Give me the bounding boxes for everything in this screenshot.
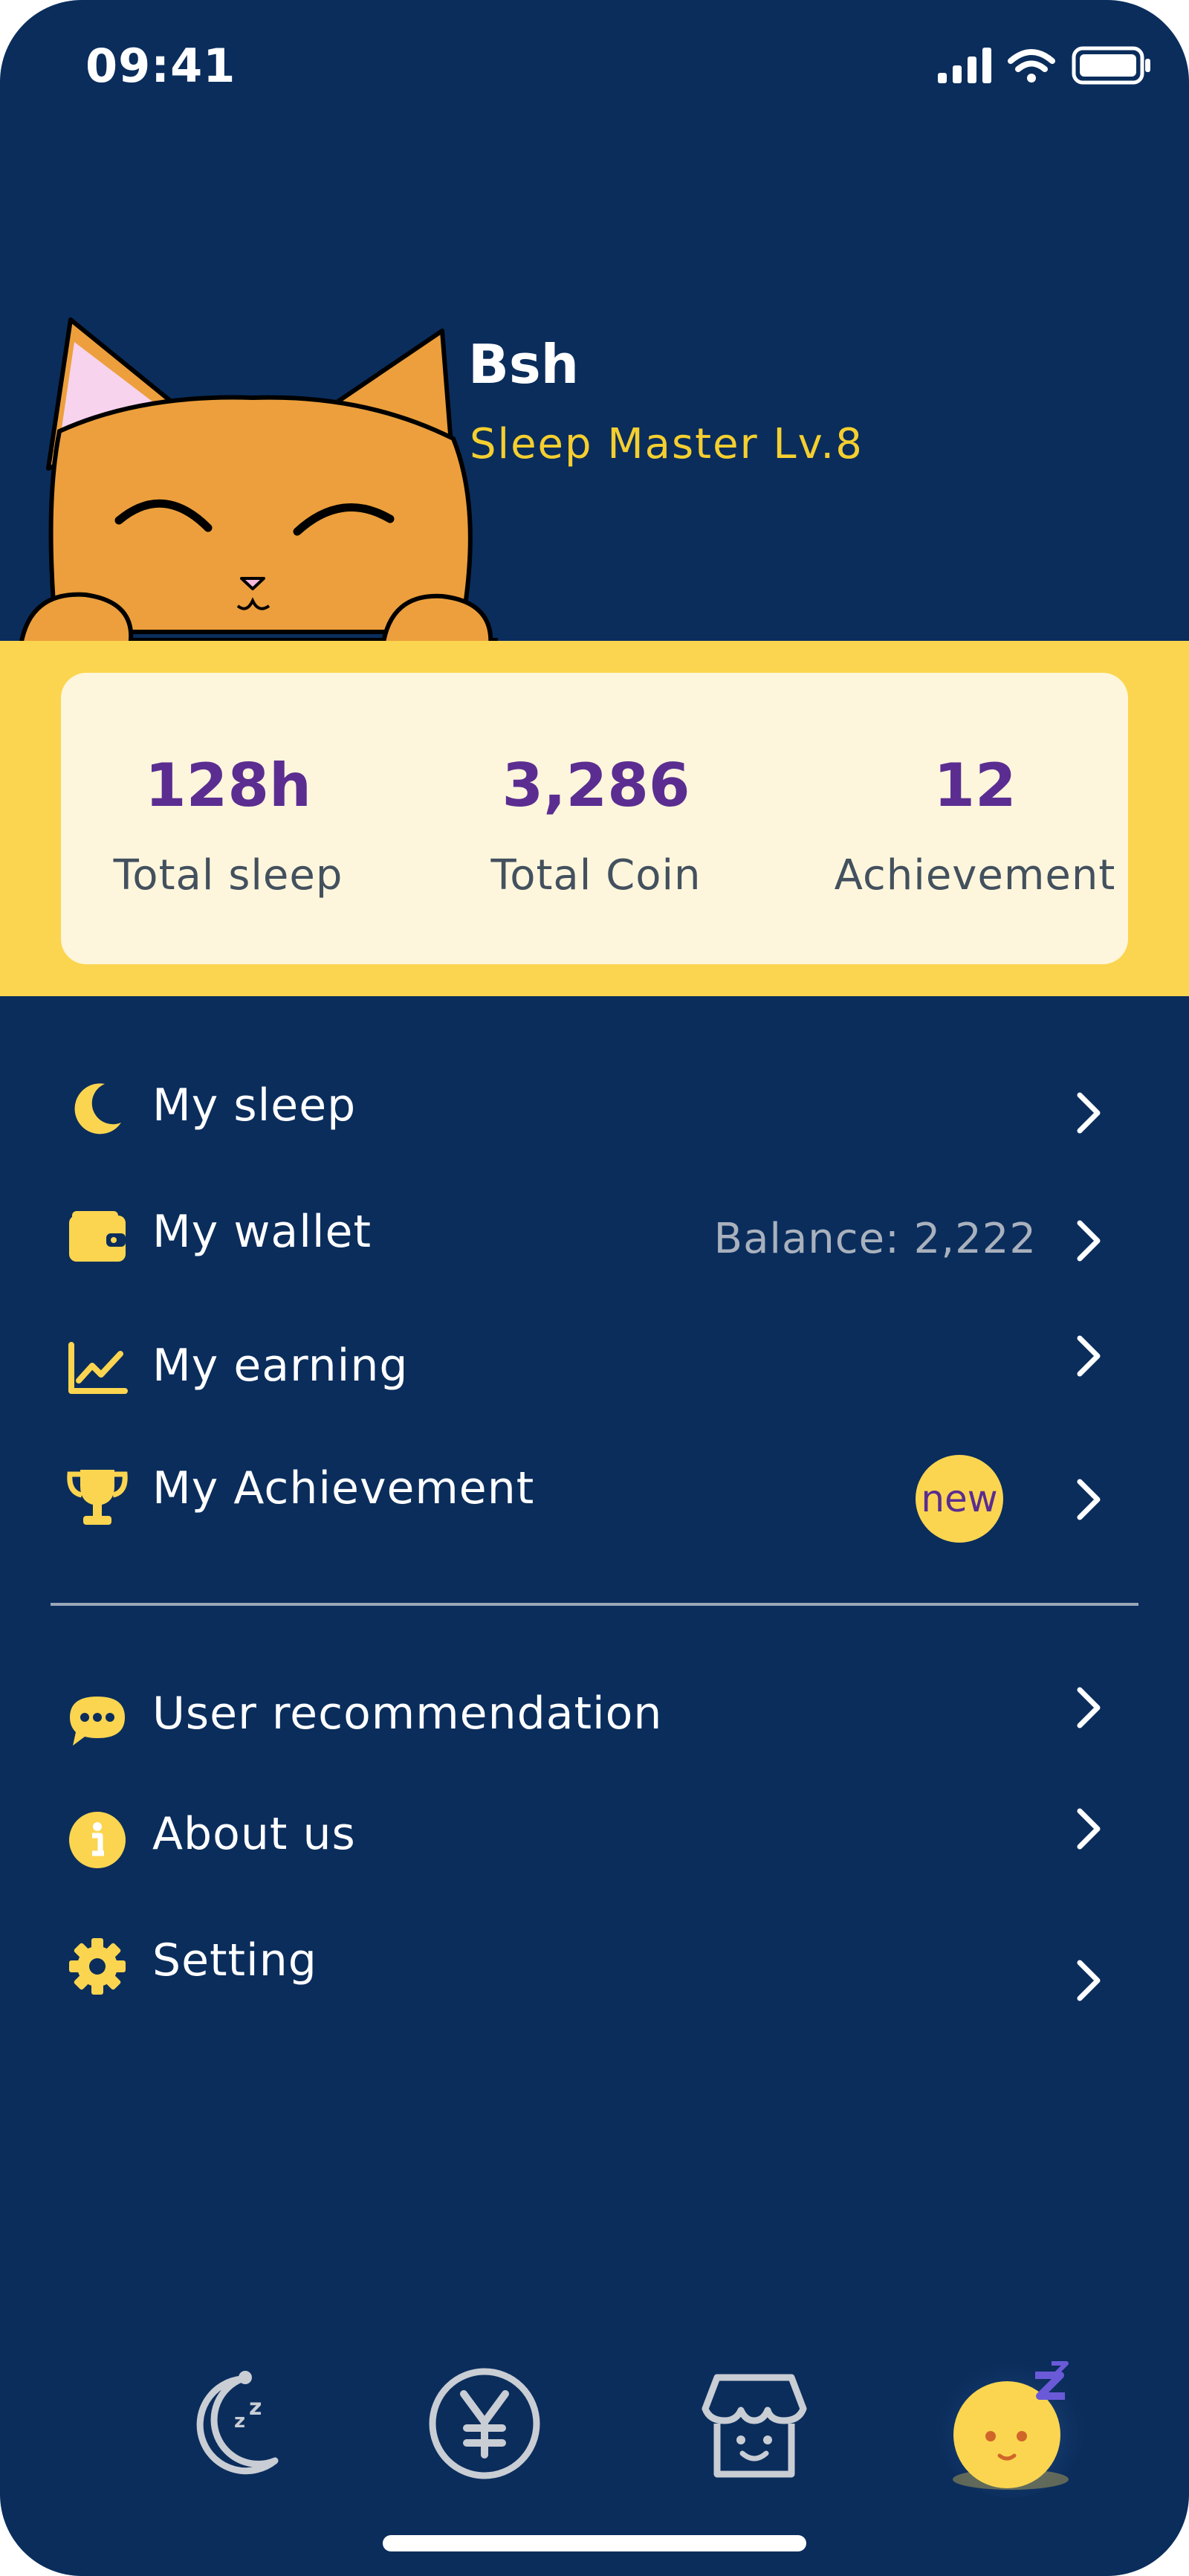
menu-item-my-earning[interactable]: My earning: [0, 1316, 1189, 1420]
menu-label: My sleep: [152, 1079, 357, 1132]
status-icons: [938, 46, 1152, 85]
menu-item-setting[interactable]: Setting: [0, 1911, 1189, 2015]
battery-icon: [1072, 46, 1150, 85]
user-name: Bsh: [468, 333, 579, 396]
menu-item-about-us[interactable]: About us: [0, 1784, 1189, 1888]
chevron-right-icon: [1077, 1220, 1101, 1262]
chevron-right-icon: [1077, 1092, 1101, 1134]
home-indicator: [383, 2535, 806, 2551]
shop-icon[interactable]: [687, 2357, 821, 2491]
stat-value: 12: [933, 751, 1017, 820]
svg-text:z: z: [234, 2410, 245, 2433]
wallet-balance: Balance: 2,222: [713, 1215, 1037, 1263]
new-badge: new: [916, 1455, 1003, 1543]
trophy-icon: [65, 1465, 129, 1529]
cellular-signal-icon: [938, 48, 991, 83]
menu-label: My Achievement: [152, 1462, 535, 1514]
chart-line-icon: [65, 1337, 129, 1401]
menu-divider: [51, 1603, 1138, 1606]
menu-item-my-wallet[interactable]: My wallet Balance: 2,222: [0, 1184, 1189, 1288]
moon-icon: [65, 1076, 129, 1140]
status-time: 09:41: [85, 39, 236, 93]
stats-card: 128h Total sleep 3,286 Total Coin 12 Ach…: [61, 673, 1128, 964]
svg-text:z: z: [249, 2395, 262, 2421]
menu-label: User recommendation: [152, 1688, 663, 1740]
sleepy-face-icon[interactable]: [933, 2353, 1089, 2502]
chevron-right-icon: [1077, 1960, 1101, 2001]
chevron-right-icon: [1077, 1479, 1101, 1520]
cat-avatar: [18, 317, 498, 679]
stat-value: 3,286: [502, 751, 690, 820]
yen-coin-icon[interactable]: [418, 2357, 551, 2491]
stat-label: Achievement: [834, 851, 1116, 900]
menu-item-my-achievement[interactable]: My Achievement new: [0, 1446, 1189, 1550]
moon-zzz-icon[interactable]: z z: [152, 2357, 286, 2491]
menu-label: My wallet: [152, 1206, 372, 1258]
menu-label: Setting: [152, 1934, 317, 1986]
profile-screen: 09:41 Bsh Sleep Master Lv.8 128h Total s…: [0, 0, 1189, 2576]
chevron-right-icon: [1077, 1687, 1101, 1728]
stat-label: Total Coin: [490, 851, 702, 900]
chevron-right-icon: [1077, 1808, 1101, 1850]
chat-bubble-icon: [65, 1689, 129, 1753]
menu-label: About us: [152, 1808, 356, 1860]
user-level: Sleep Master Lv.8: [470, 420, 864, 468]
info-icon: [65, 1808, 129, 1872]
stat-value: 128h: [145, 751, 311, 820]
gear-icon: [65, 1934, 129, 1998]
wifi-icon: [1008, 49, 1055, 83]
menu-item-user-recommendation[interactable]: User recommendation: [0, 1665, 1189, 1769]
chevron-right-icon: [1077, 1335, 1101, 1377]
menu-label: My earning: [152, 1340, 409, 1392]
menu-item-my-sleep[interactable]: My sleep: [0, 1056, 1189, 1160]
stat-label: Total sleep: [113, 851, 343, 900]
wallet-icon: [65, 1204, 129, 1268]
